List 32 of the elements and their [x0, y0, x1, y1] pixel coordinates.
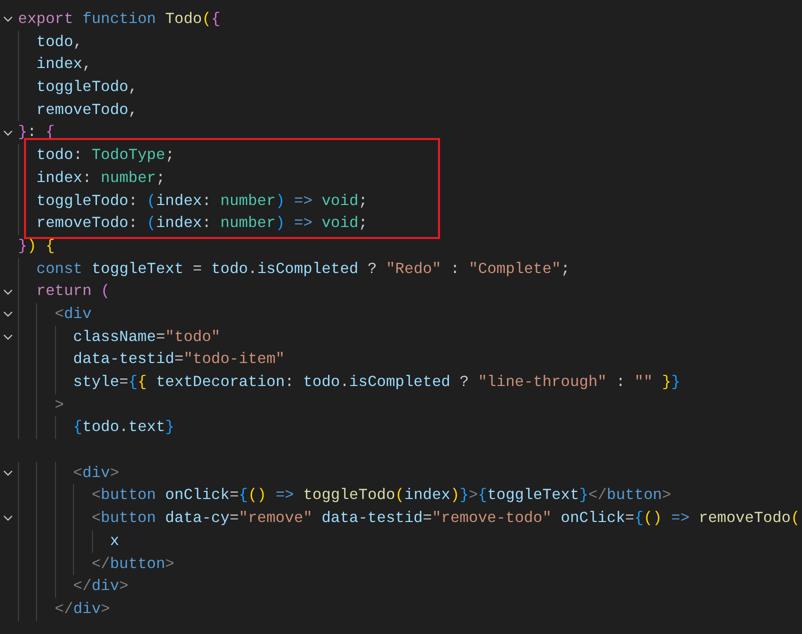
code-line: </div> — [54, 598, 110, 620]
fold-chevron-icon[interactable] — [3, 130, 13, 136]
code-line: toggleTodo: (index: number) => void; — [36, 190, 368, 212]
code-line: <button data-cy="remove" data-testid="remove-todo" onClick={() => removeTodo( — [92, 508, 800, 530]
code-line: </button> — [92, 554, 174, 574]
code-line: {todo.text} — [73, 417, 174, 438]
code-line: style={{ textDecoration: todo.isCompleted ? "line-through" : "" }} — [73, 372, 680, 393]
fold-chevron-icon[interactable] — [3, 470, 13, 476]
code-line: const toggleText = todo.isCompleted ? "Redo" : "Complete"; — [36, 258, 570, 280]
code-line: removeTodo, — [36, 100, 138, 121]
code-line: toggleTodo, — [36, 77, 138, 98]
fold-chevron-icon[interactable] — [3, 16, 13, 22]
code-line: data-testid="todo-item" — [73, 349, 285, 370]
code-line: removeTodo: (index: number) => void; — [36, 213, 368, 234]
fold-chevron-icon[interactable] — [3, 334, 13, 340]
code-line: <button onClick={() => toggleTodo(index)}>{toggleText}</button> — [92, 485, 672, 506]
code-line: index, — [36, 54, 92, 76]
fold-chevron-icon[interactable] — [3, 311, 13, 318]
code-line: return ( — [36, 281, 110, 302]
code-line: todo, — [36, 32, 82, 53]
code-line: index: number; — [36, 168, 166, 189]
code-line: x — [110, 530, 120, 552]
code-line: }) { — [18, 236, 55, 257]
code-line: </div> — [73, 576, 128, 598]
code-line: <div — [54, 304, 92, 325]
code-line: className="todo" — [73, 326, 220, 348]
fold-chevron-icon[interactable] — [3, 288, 13, 295]
code-line: export function Todo({ — [18, 9, 220, 30]
code-line: <div> — [73, 462, 120, 484]
code-line: > — [54, 394, 64, 416]
code-line: todo: TodoType; — [36, 145, 174, 166]
fold-chevron-icon[interactable] — [3, 515, 13, 522]
